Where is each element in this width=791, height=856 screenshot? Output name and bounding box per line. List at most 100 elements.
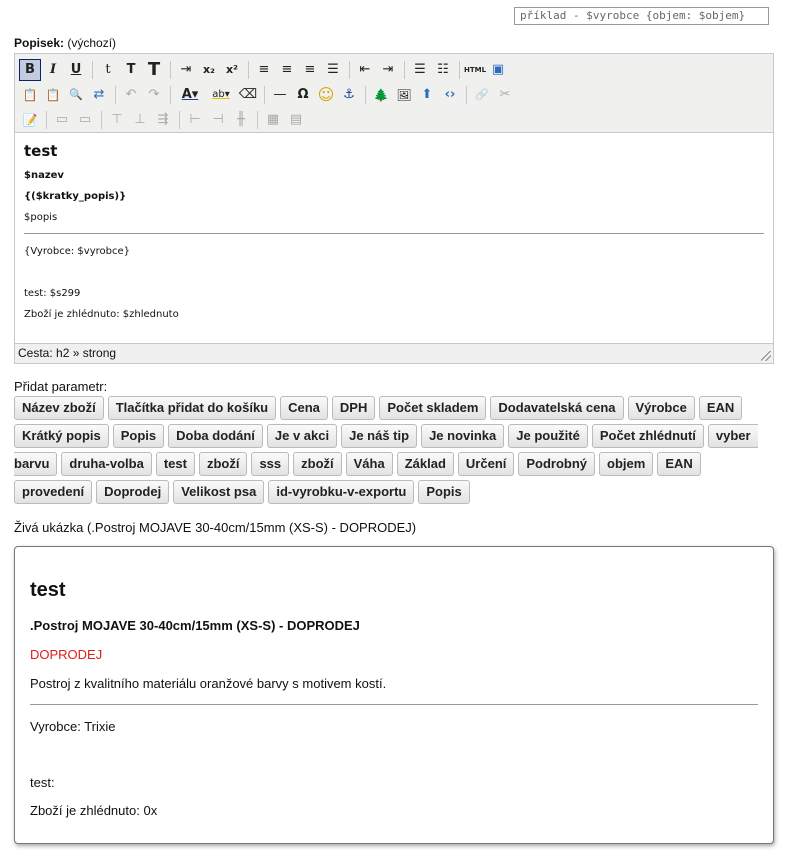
toolbar-separator — [257, 110, 258, 129]
indent-button[interactable]: ⇥ — [377, 59, 399, 81]
redo-button[interactable]: ↷ — [143, 84, 165, 106]
unlink-button[interactable]: ✂ — [494, 84, 516, 106]
paste-word-button[interactable]: 📋 — [42, 84, 64, 106]
indent-format-icon[interactable]: ⇥ — [175, 59, 197, 81]
parameter-button[interactable]: id-vyrobku-v-exportu — [268, 480, 415, 504]
toolbar-separator — [248, 60, 249, 79]
parameter-button[interactable]: Tlačítka přidat do košíku — [107, 396, 277, 420]
html-source-button[interactable]: HTML — [464, 59, 486, 81]
parameter-button[interactable]: EAN — [657, 452, 701, 476]
align-justify-button[interactable]: ☰ — [322, 59, 344, 81]
bold-button[interactable]: B — [19, 58, 41, 81]
parameter-button[interactable]: Váha — [345, 452, 393, 476]
align-center-button[interactable]: ≡ — [276, 59, 298, 81]
parameter-button[interactable]: Počet zhlédnutí — [591, 424, 704, 448]
special-char-button[interactable]: Ω — [292, 84, 314, 106]
toolbar-separator — [459, 60, 460, 79]
paste-text-button[interactable]: 📋 — [19, 84, 41, 106]
anchor-button[interactable]: ⚓ — [338, 84, 360, 106]
outdent-button[interactable]: ⇤ — [354, 59, 376, 81]
superscript-button[interactable]: x² — [221, 59, 243, 81]
edit-css-button[interactable]: 📝 — [19, 109, 41, 131]
parameter-button[interactable]: Doba dodání — [168, 424, 263, 448]
subscript-button[interactable]: x₂ — [198, 59, 220, 81]
parameter-button[interactable]: Cena — [280, 396, 328, 420]
table-cell-props-button[interactable]: ▭ — [74, 109, 96, 131]
upload-button[interactable]: ⬆ — [416, 84, 438, 106]
image-manager-button[interactable]: 🖼 — [393, 84, 415, 106]
parameter-button[interactable]: Název zboží — [14, 396, 104, 420]
parameter-button[interactable]: provedení — [14, 480, 93, 504]
content-zhlednuto: Zboží je zhlédnuto: $zhlednuto — [24, 309, 179, 320]
align-right-button[interactable]: ≡ — [299, 59, 321, 81]
image-button[interactable]: 🌲 — [370, 84, 392, 106]
table-row-props-button[interactable]: ▭ — [51, 109, 73, 131]
parameter-button[interactable]: Počet skladem — [379, 396, 487, 420]
example-hint: příklad - $vyrobce {objem: $objem} — [514, 7, 769, 25]
parameter-button[interactable]: Velikost psa — [173, 480, 265, 504]
parameter-button[interactable]: zboží — [198, 452, 248, 476]
resize-grip-icon[interactable] — [761, 351, 771, 361]
undo-button[interactable]: ↶ — [120, 84, 142, 106]
parameter-button[interactable]: Určení — [457, 452, 515, 476]
preview-divider — [30, 704, 758, 705]
parameter-button[interactable]: sss — [251, 452, 290, 476]
parameter-button[interactable]: zboží — [293, 452, 342, 476]
preview-heading: test — [30, 579, 66, 601]
bullet-list-button[interactable]: ☰ — [409, 59, 431, 81]
parameter-button[interactable]: Krátký popis — [14, 424, 109, 448]
parameter-button[interactable]: Popis — [418, 480, 470, 504]
large-text-button[interactable]: T — [143, 59, 165, 81]
parameter-button[interactable]: Je v akci — [266, 424, 338, 448]
parameter-button[interactable]: test — [155, 452, 195, 476]
parameter-button[interactable]: EAN — [698, 396, 743, 420]
small-text-button[interactable]: t — [97, 59, 119, 81]
parameter-button[interactable]: vyber — [707, 424, 758, 448]
insert-col-before-button[interactable]: ⊢ — [184, 109, 206, 131]
italic-button[interactable]: I — [42, 59, 64, 81]
parameter-button[interactable]: barvu — [14, 452, 58, 476]
field-label-title: Popisek: — [14, 36, 65, 50]
parameter-button[interactable]: druha-volba — [61, 452, 152, 476]
align-left-button[interactable]: ≡ — [253, 59, 275, 81]
preview-button[interactable]: ▣ — [487, 59, 509, 81]
insert-row-before-button[interactable]: ⊤ — [106, 109, 128, 131]
delete-col-button[interactable]: ╫ — [230, 109, 252, 131]
parameter-button[interactable]: Podrobný — [518, 452, 596, 476]
preview-blank — [30, 747, 758, 775]
merge-cells-button[interactable]: ▤ — [285, 109, 307, 131]
horizontal-rule-button[interactable]: — — [269, 84, 291, 106]
clear-format-button[interactable]: ⌫ — [237, 84, 259, 106]
medium-text-button[interactable]: T — [120, 59, 142, 81]
editor-content[interactable]: test $nazev {($kratky_popis)} $popis {Vy… — [15, 133, 773, 343]
find-button[interactable]: 🔍 — [65, 84, 87, 106]
parameter-button[interactable]: DPH — [331, 396, 376, 420]
content-heading: test — [24, 142, 58, 160]
toolbar-separator — [404, 60, 405, 79]
parameter-button[interactable]: Popis — [112, 424, 165, 448]
delete-row-button[interactable]: ⇶ — [152, 109, 174, 131]
element-path: Cesta: h2 » strong — [18, 346, 117, 360]
insert-row-after-button[interactable]: ⊥ — [129, 109, 151, 131]
link-button[interactable]: 🔗 — [471, 84, 493, 106]
insert-col-after-button[interactable]: ⊣ — [207, 109, 229, 131]
parameter-buttons: Název zboží Tlačítka přidat do košíku Cena… — [14, 394, 774, 506]
parameter-button[interactable]: Dodavatelská cena — [490, 396, 624, 420]
split-cells-button[interactable]: ▦ — [262, 109, 284, 131]
parameter-button[interactable]: Doprodej — [96, 480, 170, 504]
parameter-button[interactable]: objem — [599, 452, 654, 476]
toolbar-separator — [101, 110, 102, 129]
replace-button[interactable]: ⇄ — [88, 84, 110, 106]
embed-button[interactable]: ‹› — [439, 84, 461, 106]
emoticon-button[interactable]: ☺ — [315, 84, 337, 106]
toolbar-separator — [170, 60, 171, 79]
highlight-color-button[interactable]: ab▾ — [206, 84, 236, 106]
parameter-button[interactable]: Je náš tip — [341, 424, 418, 448]
underline-button[interactable]: U — [65, 59, 87, 81]
parameter-button[interactable]: Základ — [396, 452, 454, 476]
parameter-button[interactable]: Je novinka — [421, 424, 505, 448]
parameter-button[interactable]: Je použité — [508, 424, 588, 448]
text-color-button[interactable]: A▾ — [175, 84, 205, 106]
numbered-list-button[interactable]: ☷ — [432, 59, 454, 81]
parameter-button[interactable]: Výrobce — [627, 396, 695, 420]
